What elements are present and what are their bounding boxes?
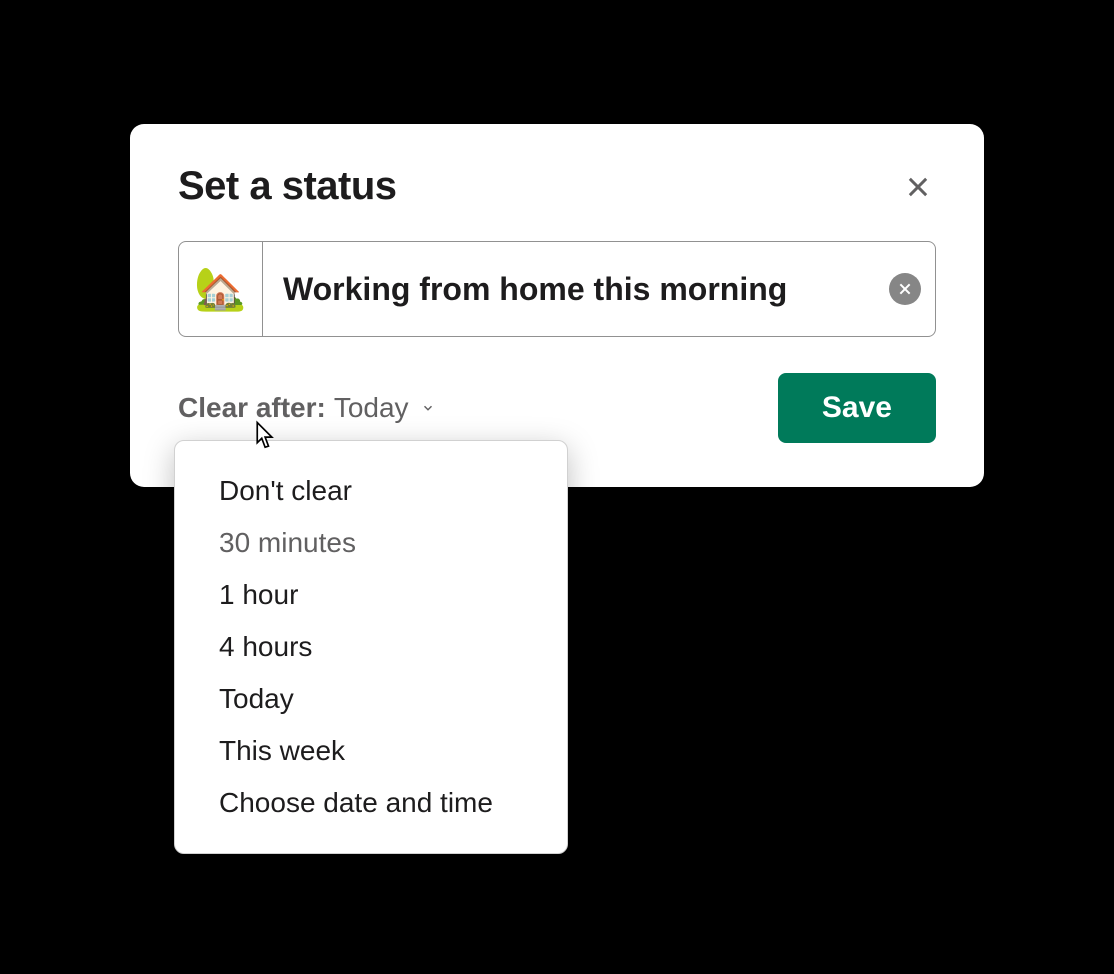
- clear-after-dropdown-trigger[interactable]: Clear after: Today: [178, 392, 435, 424]
- close-button[interactable]: [900, 169, 936, 205]
- modal-header: Set a status: [178, 164, 936, 209]
- dropdown-item-today[interactable]: Today: [175, 673, 567, 725]
- dropdown-item-choose-date-time[interactable]: Choose date and time: [175, 777, 567, 829]
- status-emoji-picker[interactable]: 🏡: [179, 242, 263, 336]
- close-icon: [904, 173, 932, 201]
- set-status-modal: Set a status 🏡 Clear after: Today: [130, 124, 984, 487]
- clear-icon-circle: [889, 273, 921, 305]
- save-button[interactable]: Save: [778, 373, 936, 443]
- chevron-down-icon: [421, 390, 435, 422]
- x-icon: [897, 281, 913, 297]
- dropdown-item-dont-clear[interactable]: Don't clear: [175, 465, 567, 517]
- status-text-input[interactable]: [263, 271, 875, 308]
- house-emoji-icon: 🏡: [194, 265, 246, 314]
- modal-title: Set a status: [178, 164, 397, 209]
- clear-after-label: Clear after:: [178, 392, 326, 424]
- clear-status-button[interactable]: [875, 242, 935, 336]
- clear-after-value: Today: [334, 392, 409, 424]
- dropdown-item-4-hours[interactable]: 4 hours: [175, 621, 567, 673]
- dropdown-item-30-minutes[interactable]: 30 minutes: [175, 517, 567, 569]
- clear-after-dropdown-menu: Don't clear 30 minutes 1 hour 4 hours To…: [174, 440, 568, 854]
- status-input-container: 🏡: [178, 241, 936, 337]
- dropdown-item-this-week[interactable]: This week: [175, 725, 567, 777]
- modal-footer: Clear after: Today Save: [178, 373, 936, 443]
- dropdown-item-1-hour[interactable]: 1 hour: [175, 569, 567, 621]
